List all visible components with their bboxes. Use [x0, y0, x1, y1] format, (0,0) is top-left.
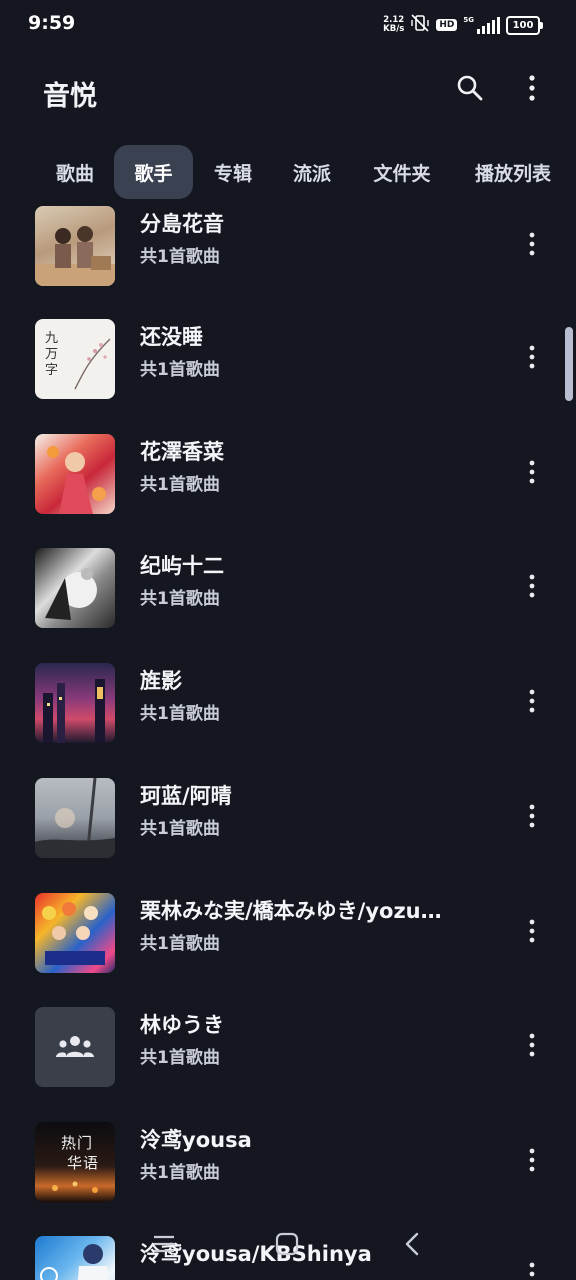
artist-row[interactable]: 热门 华语 泠鸢yousa 共1首歌曲: [0, 1108, 576, 1222]
artist-name: 分島花音: [140, 212, 224, 236]
artist-list: 分島花音 共1首歌曲 九万字 还没睡 共1首歌曲 花澤香菜 共1首歌曲 纪屿十二…: [0, 202, 576, 1280]
artist-row[interactable]: 花澤香菜 共1首歌曲: [0, 420, 576, 534]
artist-song-count: 共1首歌曲: [140, 1163, 220, 1183]
artist-more-button[interactable]: [510, 335, 554, 379]
home-button[interactable]: [265, 1222, 309, 1266]
artist-song-count: 共1首歌曲: [140, 1048, 220, 1068]
vibrate-off-icon: [410, 14, 430, 36]
more-vert-icon: [529, 919, 535, 943]
battery-indicator: 100: [506, 15, 543, 35]
more-vert-icon: [529, 460, 535, 484]
back-button[interactable]: [390, 1222, 434, 1266]
artist-more-button[interactable]: [510, 222, 554, 266]
more-vert-icon: [529, 345, 535, 369]
artist-more-button[interactable]: [510, 564, 554, 608]
artist-name: 旌影: [140, 669, 182, 693]
artist-song-count: 共1首歌曲: [140, 819, 220, 839]
more-vert-icon: [529, 689, 535, 713]
artist-more-button[interactable]: [510, 679, 554, 723]
recent-apps-button[interactable]: [142, 1222, 186, 1266]
artist-row[interactable]: 栗林みな実/橋本みゆき/yozu… 共1首歌曲: [0, 879, 576, 993]
home-square-icon: [275, 1232, 299, 1256]
tab-playlists[interactable]: 播放列表: [457, 145, 569, 199]
search-button[interactable]: [448, 68, 492, 112]
status-indicators: 2.12 KB/s HD 5G 100: [383, 14, 543, 36]
artist-song-count: 共1首歌曲: [140, 704, 220, 724]
artist-name: 泠鸢yousa: [140, 1128, 252, 1152]
artist-name: 栗林みな実/橋本みゆき/yozu…: [140, 899, 442, 923]
artist-thumbnail: [35, 1007, 115, 1087]
artist-row[interactable]: 九万字 还没睡 共1首歌曲: [0, 305, 576, 419]
app-title: 音悦: [43, 81, 97, 112]
more-vert-icon: [529, 804, 535, 828]
hd-badge: HD: [436, 19, 458, 31]
more-vert-icon: [529, 574, 535, 598]
tab-songs[interactable]: 歌曲: [36, 145, 114, 199]
artist-name: 珂蓝/阿晴: [140, 784, 232, 808]
app-bar: 音悦: [0, 60, 576, 124]
artist-more-button[interactable]: [510, 1138, 554, 1182]
artist-song-count: 共1首歌曲: [140, 475, 220, 495]
status-time: 9:59: [28, 12, 76, 34]
tab-albums[interactable]: 专辑: [195, 145, 271, 199]
category-tabs: 歌曲 歌手 专辑 流派 文件夹 播放列表: [0, 145, 576, 201]
menu-icon: [154, 1235, 174, 1253]
artist-thumbnail: 热门 华语: [35, 1122, 115, 1202]
signal-icon: 5G: [463, 16, 500, 34]
artist-song-count: 共1首歌曲: [140, 589, 220, 609]
artist-name: 林ゆうき: [140, 1013, 224, 1037]
artist-name: 纪屿十二: [140, 554, 224, 578]
network-speed: 2.12 KB/s: [383, 16, 404, 34]
artist-thumbnail: [35, 434, 115, 514]
tab-artists[interactable]: 歌手: [114, 145, 193, 199]
artist-more-button[interactable]: [510, 909, 554, 953]
tab-folders[interactable]: 文件夹: [355, 145, 449, 199]
artist-thumbnail: [35, 663, 115, 743]
more-vert-icon: [529, 232, 535, 256]
artist-song-count: 共1首歌曲: [140, 247, 220, 267]
group-icon: [56, 1036, 94, 1057]
artist-more-button[interactable]: [510, 1023, 554, 1067]
artist-more-button[interactable]: [510, 450, 554, 494]
artist-song-count: 共1首歌曲: [140, 934, 220, 954]
more-vert-icon: [529, 1148, 535, 1172]
signal-label: 5G: [463, 16, 474, 24]
network-speed-unit: KB/s: [383, 24, 405, 34]
artist-row[interactable]: 旌影 共1首歌曲: [0, 649, 576, 763]
artist-row[interactable]: 林ゆうき 共1首歌曲: [0, 993, 576, 1107]
artist-thumbnail: [35, 893, 115, 973]
artist-song-count: 共1首歌曲: [140, 360, 220, 380]
status-bar: 9:59 2.12 KB/s HD 5G 100: [0, 0, 576, 50]
more-options-button[interactable]: [510, 68, 554, 112]
artist-thumbnail: 九万字: [35, 319, 115, 399]
more-vert-icon: [528, 75, 536, 105]
artist-thumbnail: [35, 206, 115, 286]
artist-name: 还没睡: [140, 325, 203, 349]
list-scrollbar[interactable]: [565, 327, 573, 401]
artist-row[interactable]: 分島花音 共1首歌曲: [0, 202, 576, 306]
system-nav-bar: [0, 1222, 576, 1266]
artist-thumbnail: [35, 548, 115, 628]
artist-thumbnail: [35, 778, 115, 858]
artist-row[interactable]: 珂蓝/阿晴 共1首歌曲: [0, 764, 576, 878]
more-vert-icon: [529, 1033, 535, 1057]
back-chevron-icon: [405, 1232, 419, 1256]
artist-more-button[interactable]: [510, 794, 554, 838]
tab-genres[interactable]: 流派: [274, 145, 350, 199]
artist-row[interactable]: 纪屿十二 共1首歌曲: [0, 534, 576, 648]
search-icon: [456, 74, 484, 106]
artist-name: 花澤香菜: [140, 440, 224, 464]
